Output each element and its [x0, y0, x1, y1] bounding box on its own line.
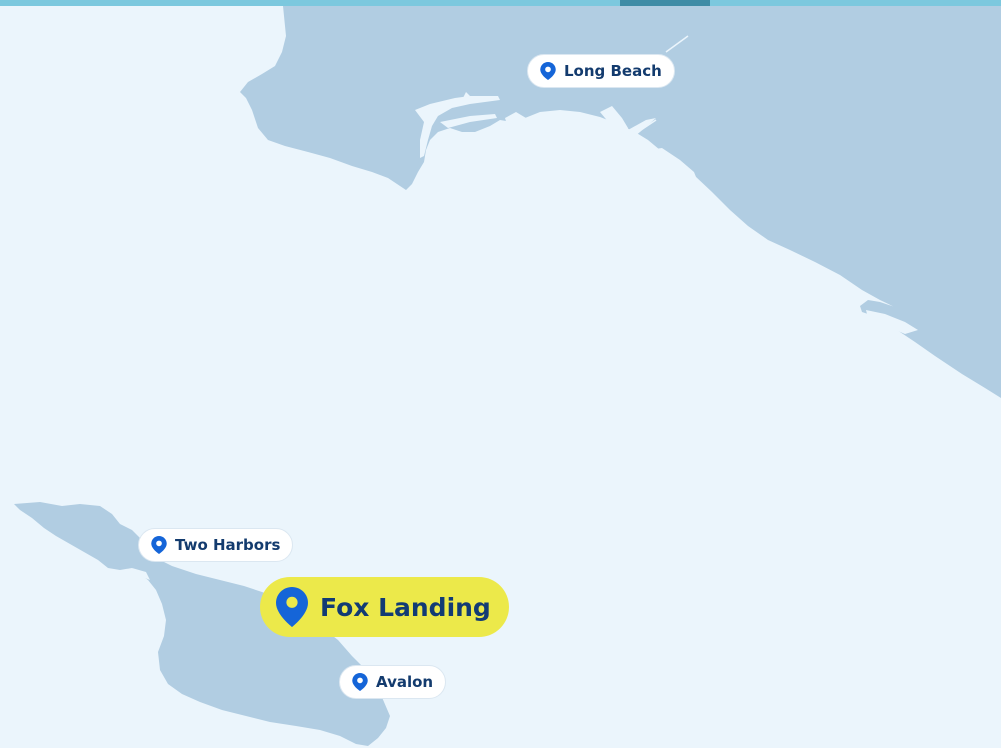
location-pin-long-beach[interactable]: Long Beach — [527, 54, 675, 88]
location-pin-icon — [540, 62, 556, 80]
map-canvas[interactable] — [0, 0, 1001, 748]
location-label: Long Beach — [564, 62, 662, 80]
top-image-strip — [0, 0, 1001, 6]
location-pin-two-harbors[interactable]: Two Harbors — [138, 528, 294, 562]
location-pin-fox-landing[interactable]: Fox Landing — [260, 577, 509, 637]
location-pin-icon — [151, 536, 167, 554]
location-pin-icon — [352, 673, 368, 691]
location-label: Two Harbors — [175, 536, 281, 554]
map-view[interactable]: Long Beach Two Harbors Fox Landing Avalo… — [0, 0, 1001, 748]
location-label: Fox Landing — [320, 592, 491, 622]
location-pin-avalon[interactable]: Avalon — [339, 665, 447, 699]
location-pin-icon — [276, 587, 308, 627]
location-label: Avalon — [376, 673, 434, 691]
